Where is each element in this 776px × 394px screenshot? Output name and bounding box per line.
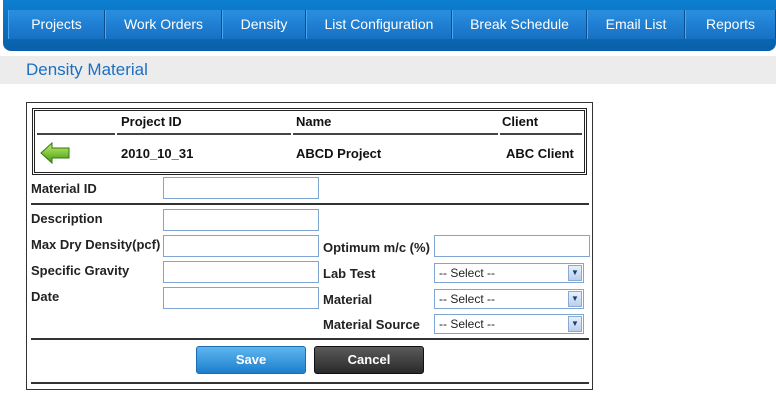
back-arrow-icon[interactable] [40, 141, 70, 165]
material-label: Material [323, 292, 373, 307]
optimum-mc-label: Optimum m/c (%) [323, 240, 430, 255]
project-id-value: 2010_10_31 [121, 146, 194, 161]
lab-test-selected: -- Select -- [439, 266, 496, 280]
chevron-down-icon[interactable]: ▼ [568, 265, 582, 281]
header-underline [500, 133, 582, 135]
cancel-button[interactable]: Cancel [314, 346, 424, 374]
header-underline [37, 133, 115, 135]
nav-density[interactable]: Density [222, 10, 306, 39]
top-navbar: Projects Work Orders Density List Config… [3, 0, 776, 51]
specific-gravity-input[interactable] [163, 261, 319, 283]
material-source-label: Material Source [323, 317, 420, 332]
description-label: Description [31, 211, 103, 226]
max-dry-density-label: Max Dry Density(pcf) [31, 237, 161, 252]
nav-work-orders[interactable]: Work Orders [105, 10, 222, 39]
divider [31, 203, 589, 205]
page-header: Density Material [0, 56, 776, 84]
client-value: ABC Client [506, 146, 574, 161]
project-name-value: ABCD Project [296, 146, 382, 161]
lab-test-select[interactable]: -- Select -- ▼ [434, 263, 584, 283]
nav-email-list[interactable]: Email List [587, 10, 685, 39]
project-info-table: Project ID Name Client 2010_10_31 ABCD P… [32, 108, 587, 175]
nav-break-schedule[interactable]: Break Schedule [452, 10, 587, 39]
description-input[interactable] [163, 209, 319, 231]
nav-projects[interactable]: Projects [8, 10, 105, 39]
material-id-label: Material ID [31, 181, 97, 196]
save-button[interactable]: Save [196, 346, 306, 374]
client-header: Client [502, 114, 539, 129]
header-underline [293, 133, 498, 135]
divider [31, 338, 589, 340]
project-id-header: Project ID [121, 114, 182, 129]
divider [31, 382, 589, 384]
material-id-input[interactable] [163, 177, 319, 199]
optimum-mc-input[interactable] [434, 235, 590, 257]
lab-test-label: Lab Test [323, 266, 376, 281]
max-dry-density-input[interactable] [163, 235, 319, 257]
nav-reports[interactable]: Reports [685, 10, 776, 39]
material-select[interactable]: -- Select -- ▼ [434, 289, 584, 309]
name-header: Name [296, 114, 332, 129]
date-input[interactable] [163, 287, 319, 309]
material-source-selected: -- Select -- [439, 317, 496, 331]
page-title: Density Material [26, 60, 148, 79]
material-source-select[interactable]: -- Select -- ▼ [434, 314, 584, 334]
nav-list-configuration[interactable]: List Configuration [306, 10, 452, 39]
date-label: Date [31, 289, 60, 304]
chevron-down-icon[interactable]: ▼ [568, 291, 582, 307]
header-underline [117, 133, 291, 135]
material-selected: -- Select -- [439, 292, 496, 306]
chevron-down-icon[interactable]: ▼ [568, 316, 582, 332]
specific-gravity-label: Specific Gravity [31, 263, 130, 278]
density-material-form: Project ID Name Client 2010_10_31 ABCD P… [26, 102, 593, 390]
nav-menu: Projects Work Orders Density List Config… [8, 10, 776, 39]
